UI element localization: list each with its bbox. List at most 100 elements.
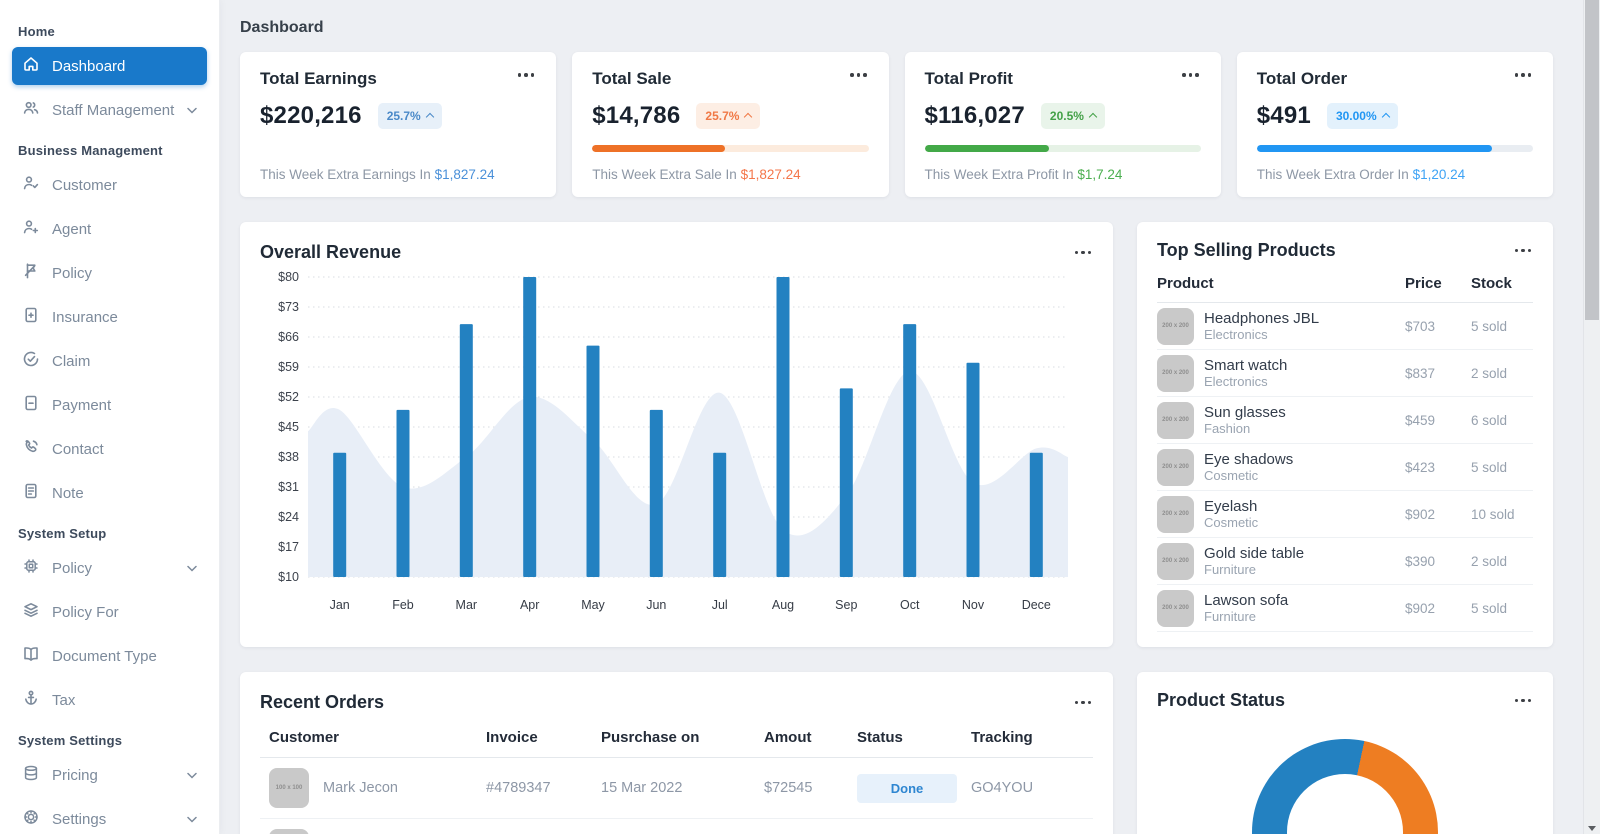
product-image-placeholder: 200 x 200 [1157, 495, 1194, 533]
sidebar-item-label: Note [52, 484, 84, 502]
top-products-title: Top Selling Products [1157, 240, 1336, 260]
sidebar-item-pricing[interactable]: Pricing [12, 756, 207, 794]
sidebar-item-label: Insurance [52, 308, 118, 326]
trend-badge: 25.7% [696, 103, 761, 129]
sidebar-item-document-type[interactable]: Document Type [12, 637, 207, 675]
sidebar-item-payment[interactable]: Payment [12, 386, 207, 424]
app-window: Home Dashboard Staff Management Business… [0, 0, 1600, 834]
anchor-icon [22, 689, 40, 711]
page-title: Dashboard [240, 19, 324, 36]
user-plus-icon [22, 218, 40, 240]
product-row: 200 x 200 Headphones JBL Electronics $703… [1157, 303, 1533, 350]
stat-value: $14,786 [592, 102, 681, 129]
svg-text:$17: $17 [278, 540, 299, 554]
stat-card-total-sale: Total Sale $14,786 25.7% This Week Extra… [572, 52, 889, 197]
sidebar-item-dashboard[interactable]: Dashboard [12, 47, 207, 85]
scrollbar-thumb[interactable] [1585, 0, 1599, 320]
product-status-donut-chart [1252, 739, 1438, 834]
product-row: 200 x 200 Sun glasses Fashion $459 6 sold [1157, 397, 1533, 444]
svg-text:Nov: Nov [962, 598, 985, 612]
main-content: Dashboard Total Earnings $220,216 25.7% … [220, 0, 1600, 834]
progress-bar [1256, 145, 1533, 152]
chevron-up-icon [1088, 112, 1098, 122]
sidebar-item-label: Policy [52, 264, 93, 282]
svg-text:$24: $24 [278, 510, 299, 524]
svg-text:Dece: Dece [1022, 598, 1051, 612]
stat-caption-value: $1,20.24 [1412, 167, 1466, 182]
stat-card-total-earnings: Total Earnings $220,216 25.7% This Week … [240, 52, 557, 197]
sidebar-item-tax[interactable]: Tax [12, 681, 207, 719]
sidebar-item-label: Contact [52, 440, 104, 458]
stat-title: Total Profit [924, 69, 1013, 88]
sidebar-item-label: Pricing [52, 766, 98, 784]
svg-text:$10: $10 [278, 570, 299, 584]
sidebar-item-agent[interactable]: Agent [12, 210, 207, 248]
ellipsis-menu-icon[interactable] [1073, 247, 1094, 259]
product-image-placeholder: 200 x 200 [1157, 542, 1194, 580]
progress-bar [924, 145, 1201, 152]
svg-text:Jun: Jun [646, 598, 666, 612]
svg-text:May: May [581, 598, 605, 612]
ellipsis-menu-icon[interactable] [516, 69, 537, 81]
sidebar-item-label: Claim [52, 352, 91, 370]
sidebar-item-settings[interactable]: Settings [12, 800, 207, 834]
stat-caption: This Week Extra Earnings In $1,827.24 [260, 167, 495, 182]
customer-avatar-placeholder [269, 829, 309, 834]
sidebar-item-claim[interactable]: Claim [12, 342, 207, 380]
recent-orders-title: Recent Orders [260, 692, 385, 712]
product-status-title: Product Status [1157, 690, 1286, 710]
ellipsis-menu-icon[interactable] [1513, 69, 1534, 81]
layers-icon [22, 601, 40, 623]
sidebar-item-contact[interactable]: Contact [12, 430, 207, 468]
product-row: 200 x 200 Eye shadows Cosmetic $423 5 sol… [1157, 444, 1533, 491]
file-minus-icon [22, 394, 40, 416]
sidebar-item-label: Document Type [52, 647, 157, 665]
sidebar-item-policy-setup[interactable]: Policy [12, 549, 207, 587]
sidebar-section-system-setup: System Setup [18, 526, 107, 541]
ellipsis-menu-icon[interactable] [848, 69, 869, 81]
order-row: 100 x 100 Mark Jecon #4789347 15 Mar 202… [260, 758, 1093, 819]
scrollbar-down-arrow[interactable] [1584, 826, 1600, 831]
trend-badge: 20.5% [1040, 103, 1105, 129]
sidebar-section-business-management: Business Management [18, 143, 163, 158]
sidebar-item-label: Policy For [52, 603, 119, 621]
sidebar-item-label: Settings [52, 810, 107, 828]
note-icon [22, 482, 40, 504]
sidebar-item-customer[interactable]: Customer [12, 166, 207, 204]
svg-text:Jul: Jul [712, 598, 728, 612]
ellipsis-menu-icon[interactable] [1180, 69, 1201, 81]
stat-caption: This Week Extra Sale In $1,827.24 [592, 167, 801, 182]
chevron-up-icon [1381, 112, 1390, 122]
chevron-up-icon [744, 112, 753, 122]
sidebar-item-note[interactable]: Note [12, 474, 207, 512]
overall-revenue-title: Overall Revenue [260, 242, 402, 262]
svg-text:$73: $73 [278, 300, 299, 314]
chevron-down-icon [187, 565, 197, 572]
ellipsis-menu-icon[interactable] [1073, 697, 1094, 709]
stat-caption: This Week Extra Order In $1,20.24 [1256, 167, 1466, 182]
stats-row: Total Earnings $220,216 25.7% This Week … [240, 52, 1553, 197]
home-icon [22, 55, 40, 77]
overall-revenue-card: Overall Revenue $80 $73 $66 $59 $52 $45 $38 $31… [240, 222, 1113, 647]
sidebar-item-staff-management[interactable]: Staff Management [12, 91, 207, 129]
chevron-down-icon [187, 772, 197, 779]
svg-text:$38: $38 [278, 450, 299, 464]
gear-icon [22, 808, 40, 830]
sidebar-item-policy-business[interactable]: Policy [12, 254, 207, 292]
customer-avatar-placeholder: 100 x 100 [269, 768, 309, 808]
stat-title: Total Order [1256, 69, 1348, 88]
check-circle-icon [22, 350, 40, 372]
svg-text:Jan: Jan [330, 598, 350, 612]
svg-text:$45: $45 [278, 420, 299, 434]
product-image-placeholder: 200 x 200 [1157, 589, 1194, 627]
vertical-scrollbar[interactable] [1583, 0, 1600, 834]
sidebar-item-policy-for[interactable]: Policy For [12, 593, 207, 631]
ellipsis-menu-icon[interactable] [1513, 695, 1534, 707]
svg-text:$52: $52 [278, 390, 299, 404]
product-row: 200 x 200 Lawson sofa Furniture $902 5 so… [1157, 585, 1533, 632]
ellipsis-menu-icon[interactable] [1513, 245, 1534, 257]
sidebar-item-insurance[interactable]: Insurance [12, 298, 207, 336]
svg-text:$66: $66 [278, 330, 299, 344]
chevron-down-icon [187, 816, 197, 823]
svg-text:Feb: Feb [392, 598, 414, 612]
